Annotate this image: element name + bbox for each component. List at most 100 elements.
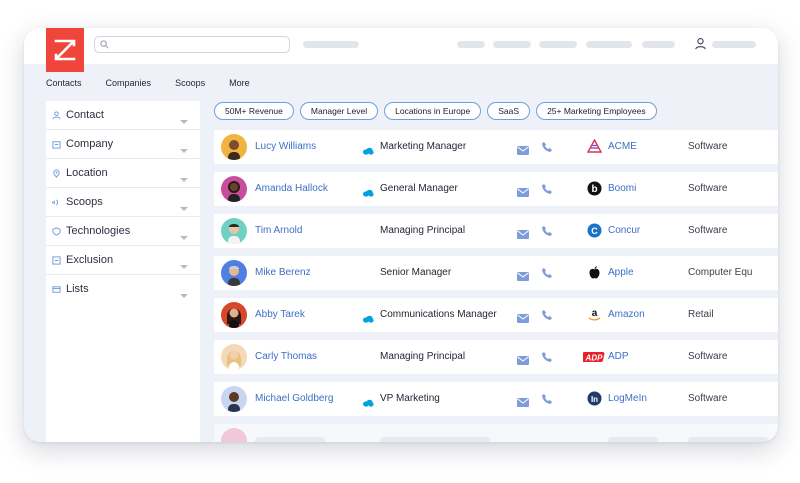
avatar[interactable] bbox=[221, 386, 247, 412]
avatar[interactable] bbox=[221, 260, 247, 286]
filter-chip[interactable]: Manager Level bbox=[299, 102, 379, 120]
industry-label: Software bbox=[688, 225, 728, 236]
phone-icon[interactable] bbox=[541, 224, 553, 236]
row-placeholder bbox=[608, 437, 658, 442]
chevron-down-icon bbox=[180, 286, 188, 298]
contact-row[interactable]: Amanda Hallock General Manager b Boomi S… bbox=[214, 172, 778, 206]
company-name-link[interactable]: Amazon bbox=[608, 309, 645, 320]
tab-scoops[interactable]: Scoops bbox=[175, 78, 205, 94]
row-placeholder bbox=[255, 437, 325, 442]
company-name-link[interactable]: ACME bbox=[608, 141, 637, 152]
contact-results-list: Lucy Williams Marketing Manager ACME Sof… bbox=[214, 130, 778, 442]
phone-icon[interactable] bbox=[541, 350, 553, 362]
filter-company[interactable]: Company bbox=[46, 130, 200, 159]
company-name-link[interactable]: Boomi bbox=[608, 183, 636, 194]
filter-sidebar: Contact Company Location Scoops Technolo… bbox=[46, 101, 200, 442]
company-name-link[interactable]: Concur bbox=[608, 225, 640, 236]
avatar[interactable] bbox=[221, 176, 247, 202]
salesforce-cloud-icon bbox=[362, 142, 374, 155]
industry-label: Software bbox=[688, 183, 728, 194]
avatar[interactable] bbox=[221, 134, 247, 160]
filter-technologies[interactable]: Technologies bbox=[46, 217, 200, 246]
filter-location[interactable]: Location bbox=[46, 159, 200, 188]
filter-exclusion[interactable]: Exclusion bbox=[46, 246, 200, 275]
concur-logo-icon: C bbox=[587, 223, 602, 238]
location-pin-icon bbox=[52, 168, 62, 178]
exclusion-icon bbox=[52, 255, 62, 265]
filter-chip[interactable]: SaaS bbox=[487, 102, 531, 120]
search-icon bbox=[100, 36, 109, 54]
filter-label: Scoops bbox=[66, 196, 103, 208]
chevron-down-icon bbox=[180, 228, 188, 240]
filter-lists[interactable]: Lists bbox=[46, 275, 200, 303]
svg-text:ADP: ADP bbox=[585, 353, 604, 362]
job-title: Managing Principal bbox=[380, 351, 466, 362]
industry-label: Retail bbox=[688, 309, 714, 320]
contact-row[interactable]: Mike Berenz Senior Manager Apple Compute… bbox=[214, 256, 778, 290]
filter-contact[interactable]: Contact bbox=[46, 101, 200, 130]
user-profile-icon[interactable] bbox=[694, 37, 708, 51]
chevron-down-icon bbox=[180, 257, 188, 269]
phone-icon[interactable] bbox=[541, 392, 553, 404]
avatar[interactable] bbox=[221, 428, 247, 442]
email-icon[interactable] bbox=[517, 268, 529, 281]
filter-chip[interactable]: Locations in Europe bbox=[384, 102, 482, 120]
tab-companies[interactable]: Companies bbox=[106, 78, 152, 94]
svg-text:C: C bbox=[591, 226, 598, 236]
logmein-logo-icon: In bbox=[587, 391, 602, 406]
nav-placeholder bbox=[642, 41, 675, 48]
amazon-logo-icon: a bbox=[587, 307, 602, 322]
avatar[interactable] bbox=[221, 344, 247, 370]
avatar[interactable] bbox=[221, 302, 247, 328]
email-icon[interactable] bbox=[517, 394, 529, 407]
filter-label: Location bbox=[66, 167, 108, 179]
contact-name-link[interactable]: Mike Berenz bbox=[255, 267, 311, 278]
chevron-down-icon bbox=[180, 199, 188, 211]
contact-row-partial[interactable] bbox=[214, 424, 778, 442]
search-bar[interactable] bbox=[94, 36, 290, 53]
email-icon[interactable] bbox=[517, 352, 529, 365]
company-name-link[interactable]: ADP bbox=[608, 351, 629, 362]
email-icon[interactable] bbox=[517, 310, 529, 323]
phone-icon[interactable] bbox=[541, 266, 553, 278]
industry-label: Software bbox=[688, 393, 728, 404]
email-icon[interactable] bbox=[517, 184, 529, 197]
filter-chip[interactable]: 50M+ Revenue bbox=[214, 102, 294, 120]
contact-name-link[interactable]: Michael Goldberg bbox=[255, 393, 333, 404]
filter-scoops[interactable]: Scoops bbox=[46, 188, 200, 217]
zoominfo-logo-icon[interactable] bbox=[46, 28, 84, 72]
shield-icon bbox=[52, 226, 62, 236]
contact-row[interactable]: Lucy Williams Marketing Manager ACME Sof… bbox=[214, 130, 778, 164]
salesforce-cloud-icon bbox=[362, 394, 374, 407]
contact-name-link[interactable]: Tim Arnold bbox=[255, 225, 302, 236]
company-name-link[interactable]: Apple bbox=[608, 267, 634, 278]
filter-label: Exclusion bbox=[66, 254, 114, 266]
email-icon[interactable] bbox=[517, 226, 529, 239]
contact-row[interactable]: Abby Tarek Communications Manager a Amaz… bbox=[214, 298, 778, 332]
contact-name-link[interactable]: Carly Thomas bbox=[255, 351, 317, 362]
main-tabs: Contacts Companies Scoops More bbox=[46, 78, 274, 94]
tab-contacts[interactable]: Contacts bbox=[46, 78, 82, 94]
contact-name-link[interactable]: Amanda Hallock bbox=[255, 183, 328, 194]
email-icon[interactable] bbox=[517, 142, 529, 155]
search-input[interactable] bbox=[113, 38, 287, 51]
contact-name-link[interactable]: Abby Tarek bbox=[255, 309, 305, 320]
contact-row[interactable]: Tim Arnold Managing Principal C Concur S… bbox=[214, 214, 778, 248]
job-title: Senior Manager bbox=[380, 267, 452, 278]
avatar[interactable] bbox=[221, 218, 247, 244]
contact-row[interactable]: Carly Thomas Managing Principal ADP ADP … bbox=[214, 340, 778, 374]
contact-name-link[interactable]: Lucy Williams bbox=[255, 141, 316, 152]
phone-icon[interactable] bbox=[541, 140, 553, 152]
phone-icon[interactable] bbox=[541, 308, 553, 320]
nav-placeholder bbox=[303, 41, 359, 48]
filter-chip[interactable]: 25+ Marketing Employees bbox=[536, 102, 657, 120]
contact-row[interactable]: Michael Goldberg VP Marketing In LogMeIn… bbox=[214, 382, 778, 416]
scoops-icon bbox=[52, 197, 62, 207]
phone-icon[interactable] bbox=[541, 182, 553, 194]
acme-logo-icon bbox=[587, 139, 602, 154]
contact-icon bbox=[52, 110, 62, 120]
tab-more[interactable]: More bbox=[229, 78, 250, 94]
company-name-link[interactable]: LogMeIn bbox=[608, 393, 647, 404]
nav-placeholder bbox=[457, 41, 485, 48]
username-placeholder bbox=[712, 41, 756, 48]
